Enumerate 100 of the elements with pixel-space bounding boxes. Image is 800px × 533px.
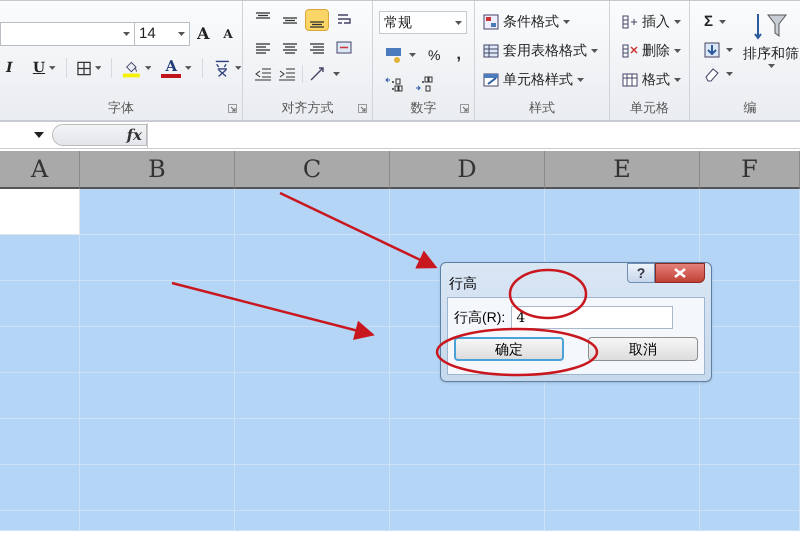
sheet-cell[interactable]	[80, 373, 235, 419]
column-header[interactable]: D	[390, 151, 545, 189]
dialog-button[interactable]: 确定	[454, 337, 564, 361]
ribbon-menu-button[interactable]: 单元格样式	[483, 69, 609, 90]
sheet-cell[interactable]	[235, 419, 390, 465]
sheet-cell[interactable]	[235, 281, 390, 327]
dialog-button[interactable]: 取消	[588, 337, 698, 361]
dropdown-icon[interactable]	[235, 66, 242, 70]
sheet-cell[interactable]	[80, 327, 235, 373]
dropdown-icon[interactable]	[674, 48, 681, 52]
sheet-cell[interactable]	[390, 465, 545, 511]
font-name-field[interactable]	[0, 22, 135, 46]
dropdown-icon[interactable]	[768, 64, 774, 68]
dropdown-icon[interactable]	[455, 20, 462, 24]
sheet-cell[interactable]	[0, 373, 80, 419]
dropdown-icon[interactable]	[674, 78, 681, 82]
decrease-decimal-icon[interactable]	[415, 76, 433, 92]
ribbon-menu-button[interactable]: 套用表格格式	[483, 40, 609, 61]
help-button[interactable]: ?	[627, 263, 655, 283]
sheet-cell[interactable]	[80, 465, 235, 511]
sheet-cell[interactable]	[700, 465, 800, 511]
dialog-launcher-icon[interactable]	[358, 104, 367, 113]
sheet-cell[interactable]	[700, 373, 800, 419]
sheet-cell[interactable]	[235, 511, 390, 531]
comma-style-button[interactable]: ,	[456, 43, 461, 67]
sheet-cell[interactable]	[235, 327, 390, 373]
grow-font-button[interactable]: A	[197, 22, 210, 46]
sheet-cell[interactable]	[545, 189, 700, 235]
dropdown-icon[interactable]	[333, 72, 340, 76]
column-header[interactable]: E	[545, 151, 700, 189]
fill-down-icon[interactable]	[704, 42, 720, 58]
sheet-cell[interactable]	[80, 419, 235, 465]
sheet-cell[interactable]	[0, 281, 80, 327]
sheet-cell[interactable]	[235, 235, 390, 281]
autosum-button[interactable]: Σ	[704, 11, 714, 34]
dropdown-icon[interactable]	[577, 78, 584, 82]
alignment-button[interactable]	[305, 9, 329, 31]
color-bar-icon[interactable]	[161, 74, 182, 78]
column-header[interactable]: C	[235, 151, 390, 189]
insert-function-button[interactable]: fx	[126, 124, 142, 146]
sheet-cell[interactable]	[390, 419, 545, 465]
sheet-cell[interactable]	[700, 419, 800, 465]
sheet-cell[interactable]	[235, 465, 390, 511]
percent-style-button[interactable]: %	[428, 44, 440, 66]
italic-button[interactable]: I	[6, 58, 23, 78]
sheet-cell[interactable]	[0, 189, 80, 235]
sheet-cell[interactable]	[545, 465, 700, 511]
dropdown-icon[interactable]	[34, 132, 44, 138]
dropdown-icon[interactable]	[409, 53, 416, 57]
sheet-cell[interactable]	[0, 511, 80, 531]
currency-icon[interactable]	[385, 46, 403, 64]
font-color-button[interactable]: A	[165, 58, 178, 74]
dropdown-icon[interactable]	[674, 20, 681, 24]
sheet-cell[interactable]	[0, 465, 80, 511]
decrease-indent-icon[interactable]	[254, 67, 272, 81]
sheet-cell[interactable]	[0, 327, 80, 373]
dropdown-icon[interactable]	[726, 72, 733, 76]
sheet-cell[interactable]	[80, 281, 235, 327]
delete-cells-icon[interactable]	[622, 42, 638, 58]
sheet-cell[interactable]	[700, 235, 800, 281]
dropdown-icon[interactable]	[144, 66, 152, 70]
ribbon-menu-button[interactable]: 条件格式	[483, 11, 609, 32]
sheet-cell[interactable]	[80, 189, 235, 235]
sort-filter-button[interactable]: 排序和筛	[743, 43, 799, 64]
column-header[interactable]: F	[700, 151, 800, 189]
sheet-cell[interactable]	[0, 235, 80, 281]
sheet-cell[interactable]	[0, 419, 80, 465]
increase-indent-icon[interactable]	[278, 67, 296, 81]
number-format-field[interactable]: 常规	[379, 11, 467, 34]
dropdown-icon[interactable]	[94, 66, 102, 70]
dropdown-icon[interactable]	[49, 66, 56, 70]
close-button[interactable]	[655, 263, 705, 283]
insert-cells-icon[interactable]	[622, 14, 638, 30]
sheet-cell[interactable]	[390, 511, 545, 531]
cell-format-icon[interactable]	[483, 72, 499, 88]
sheet-cell[interactable]	[545, 419, 700, 465]
format-cells-icon[interactable]	[622, 72, 638, 88]
table-format-icon[interactable]	[483, 42, 499, 58]
sheet-cell[interactable]	[235, 373, 390, 419]
close-icon[interactable]	[674, 268, 686, 278]
ribbon-menu-button[interactable]: 格式	[622, 69, 689, 90]
dialog-launcher-icon[interactable]	[228, 104, 237, 113]
sheet-cell[interactable]	[545, 511, 700, 531]
increase-decimal-icon[interactable]	[385, 76, 403, 92]
dropdown-icon[interactable]	[719, 20, 726, 24]
sheet-cell[interactable]	[80, 511, 235, 531]
dropdown-icon[interactable]	[185, 66, 192, 70]
column-header[interactable]: B	[80, 151, 235, 189]
ribbon-menu-button[interactable]: 删除	[622, 40, 689, 61]
dropdown-icon[interactable]	[726, 48, 733, 52]
sheet-cell[interactable]	[80, 235, 235, 281]
shrink-font-button[interactable]: A	[223, 25, 233, 43]
dropdown-icon[interactable]	[591, 48, 598, 52]
eraser-icon[interactable]	[704, 66, 720, 82]
dropdown-icon[interactable]	[123, 32, 130, 36]
ribbon-menu-button[interactable]: 插入	[622, 11, 689, 32]
dialog-launcher-icon[interactable]	[460, 104, 469, 113]
underline-button[interactable]: U	[32, 58, 46, 78]
dropdown-icon[interactable]	[178, 32, 185, 36]
font-size-field[interactable]: 14	[135, 22, 190, 46]
